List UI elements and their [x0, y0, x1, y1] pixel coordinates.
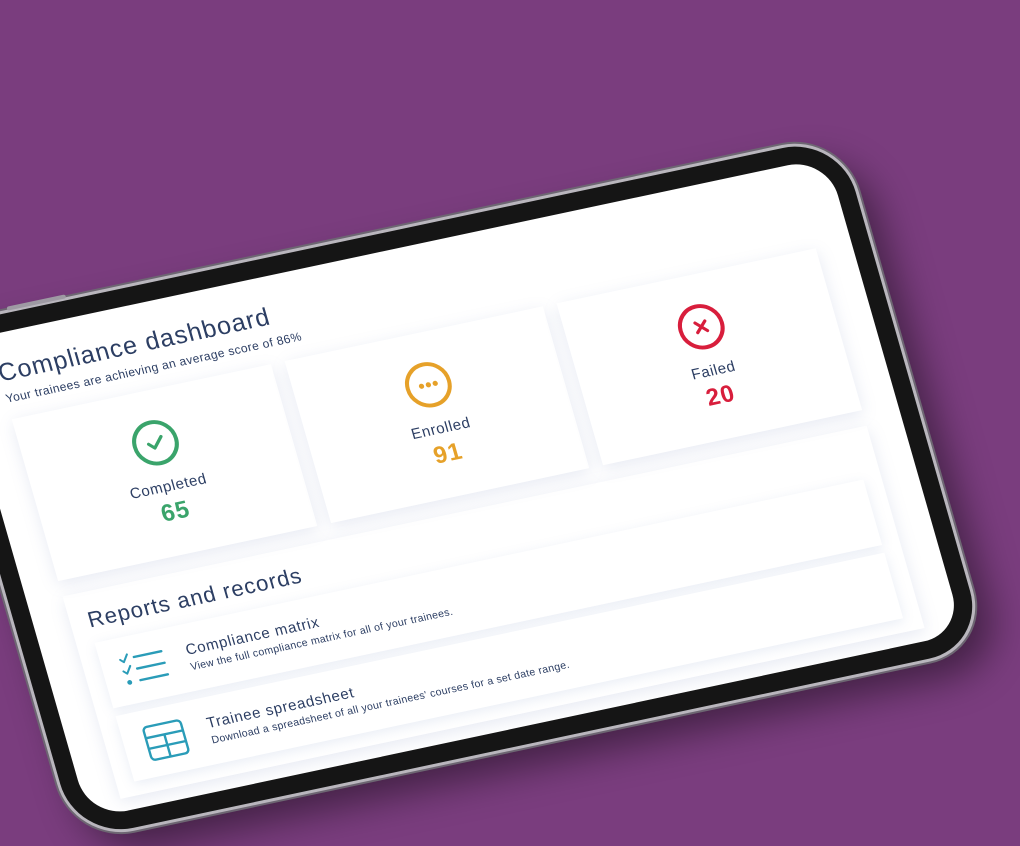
close-icon: [671, 299, 730, 354]
power-button: [6, 294, 67, 311]
stat-card-enrolled[interactable]: Enrolled 91: [284, 306, 590, 524]
stat-label: Completed: [127, 469, 209, 503]
stat-label: Enrolled: [409, 413, 473, 443]
table-icon: [142, 719, 190, 761]
tablet-bezel: Compliance dashboard Your trainees are a…: [0, 135, 986, 840]
tablet-screen: Compliance dashboard Your trainees are a…: [0, 156, 964, 819]
stat-card-failed[interactable]: Failed 20: [556, 248, 863, 466]
stat-value: 91: [430, 437, 466, 470]
ellipsis-icon: [399, 357, 458, 412]
stat-card-completed[interactable]: Completed 65: [11, 364, 318, 582]
stat-value: 65: [157, 495, 194, 528]
checklist-icon: [119, 649, 170, 685]
stat-value: 20: [702, 379, 739, 412]
check-icon: [126, 415, 185, 470]
tablet-device: Compliance dashboard Your trainees are a…: [0, 0, 1020, 846]
